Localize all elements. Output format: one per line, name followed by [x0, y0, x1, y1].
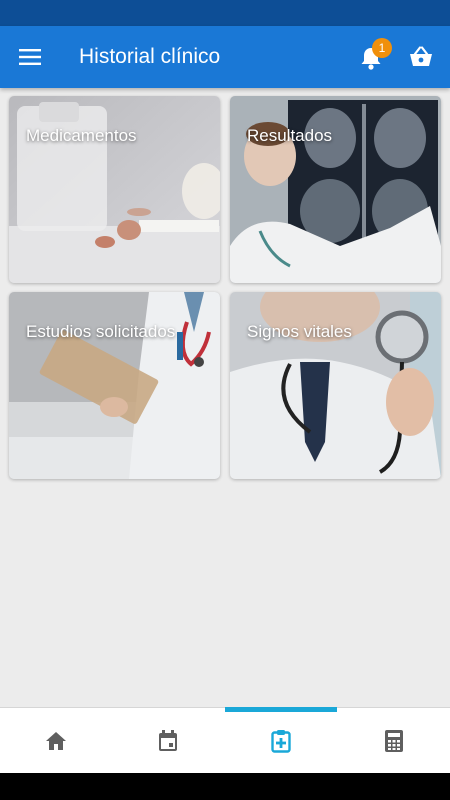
app-bar: Historial clínico 1 — [0, 26, 450, 88]
calculator-icon — [385, 730, 403, 752]
shopping-basket-icon — [410, 46, 432, 66]
status-bar — [0, 0, 450, 26]
doctor-clipboard-image — [9, 292, 220, 479]
doctor-stethoscope-image — [230, 292, 441, 479]
card-label: Estudios solicitados — [26, 322, 176, 341]
card-label: Signos vitales — [247, 322, 352, 341]
nav-calendar[interactable] — [112, 708, 224, 774]
page-title: Historial clínico — [79, 45, 221, 68]
xray-image — [230, 96, 441, 283]
menu-button[interactable] — [10, 37, 50, 77]
notification-badge: 1 — [372, 38, 392, 58]
clinical-history-grid: Medicamentos Resultados Estudios solicit… — [9, 96, 441, 479]
calendar-icon — [159, 730, 177, 751]
medical-clipboard-icon — [271, 730, 291, 753]
card-resultados[interactable]: Resultados — [230, 96, 441, 283]
card-label: Resultados — [247, 126, 333, 145]
pills-image — [9, 96, 220, 283]
bottom-navigation — [0, 707, 450, 773]
system-navigation-bar — [0, 773, 450, 800]
card-label: Medicamentos — [26, 126, 137, 145]
basket-button[interactable] — [402, 38, 440, 76]
card-medicamentos[interactable]: Medicamentos — [9, 96, 220, 283]
card-estudios-solicitados[interactable]: Estudios solicitados — [9, 292, 220, 479]
card-signos-vitales[interactable]: Signos vitales — [230, 292, 441, 479]
nav-clinical-history[interactable] — [225, 708, 337, 774]
nav-calculator[interactable] — [338, 708, 450, 774]
hamburger-menu-icon — [19, 49, 41, 65]
nav-home[interactable] — [0, 708, 112, 774]
home-icon — [46, 732, 66, 750]
